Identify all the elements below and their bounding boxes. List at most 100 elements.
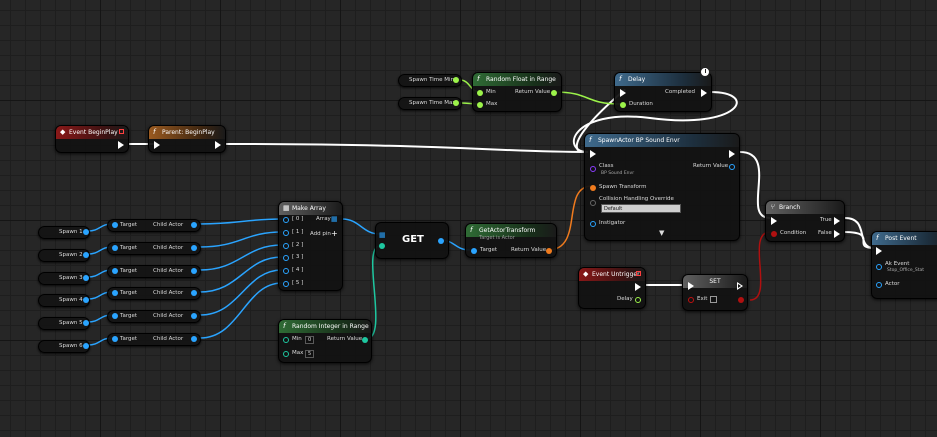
array-element-pin[interactable] <box>283 268 289 274</box>
object-output-pin[interactable] <box>83 252 89 258</box>
child-actor-node[interactable]: Target Child Actor <box>107 287 201 300</box>
exec-output-pin[interactable] <box>635 283 641 291</box>
collision-dropdown[interactable]: Default <box>601 204 681 213</box>
spawn-4-node[interactable]: Spawn 4 <box>38 294 90 307</box>
condition-pin[interactable] <box>771 231 777 237</box>
array-element-pin[interactable] <box>283 230 289 236</box>
true-exec-pin[interactable] <box>834 217 840 225</box>
ak-event-value[interactable]: Stop_Office_Stat <box>887 268 924 273</box>
spawn-3-node[interactable]: Spawn 3 <box>38 272 90 285</box>
spawn-transform-pin[interactable] <box>590 185 596 191</box>
event-begin-play-node[interactable]: ◆ Event BeginPlay <box>55 125 129 153</box>
max-pin[interactable] <box>477 102 483 108</box>
float-output-pin[interactable] <box>453 100 459 106</box>
child-actor-node[interactable]: Target Child Actor <box>107 333 201 346</box>
exec-input-pin[interactable] <box>620 89 626 97</box>
instigator-pin[interactable] <box>590 221 596 227</box>
branch-node[interactable]: ⑂ Branch Condition True False <box>765 200 845 242</box>
collision-pin[interactable] <box>590 200 596 206</box>
blueprint-graph[interactable]: Spawn Time Min Spawn Time Max f Random Fl… <box>0 0 937 437</box>
false-exec-pin[interactable] <box>834 230 840 238</box>
random-float-in-range-node[interactable]: f Random Float in Range Min Max Return Va… <box>472 72 562 112</box>
spawn-actor-node[interactable]: f SpawnActor BP Sound Envr Class BP Sound… <box>584 133 740 241</box>
class-value[interactable]: BP Sound Envr <box>601 171 634 176</box>
float-output-pin[interactable] <box>453 77 459 83</box>
array-element-pin[interactable] <box>283 243 289 249</box>
target-pin[interactable] <box>112 245 118 251</box>
make-array-node[interactable]: ▦ Make Array [ 0 ] [ 1 ] [ 2 ] [ 3 ] [ 4 … <box>278 201 343 291</box>
spawn-time-max-node[interactable]: Spawn Time Max <box>398 97 462 110</box>
min-pin[interactable] <box>283 337 289 343</box>
get-actor-transform-node[interactable]: f GetActorTransform Target is Actor Targe… <box>465 223 557 258</box>
exec-output-pin[interactable] <box>729 150 735 158</box>
delay-node[interactable]: f Delay Duration Completed <box>614 72 712 112</box>
array-element-pin[interactable] <box>283 281 289 287</box>
child-actor-pin[interactable] <box>191 268 197 274</box>
exit-checkbox[interactable] <box>710 296 717 303</box>
object-output-pin[interactable] <box>83 275 89 281</box>
exec-input-pin[interactable] <box>876 247 882 255</box>
target-pin[interactable] <box>471 248 477 254</box>
target-pin[interactable] <box>112 290 118 296</box>
parent-begin-play-node[interactable]: f Parent: BeginPlay <box>148 125 226 153</box>
min-pin[interactable] <box>477 90 483 96</box>
child-actor-pin[interactable] <box>191 290 197 296</box>
actor-pin[interactable] <box>876 282 882 288</box>
add-pin-label[interactable]: Add pin <box>310 231 331 237</box>
return-value-pin[interactable] <box>362 337 368 343</box>
index-pin[interactable] <box>379 243 385 249</box>
add-pin-icon[interactable]: + <box>331 229 338 238</box>
child-actor-pin[interactable] <box>191 313 197 319</box>
set-node[interactable]: SET Exit <box>682 274 748 311</box>
duration-pin[interactable] <box>620 102 626 108</box>
delay-pin[interactable] <box>635 297 641 303</box>
min-value-field[interactable]: 0 <box>305 336 314 344</box>
spawn-2-node[interactable]: Spawn 2 <box>38 249 90 262</box>
array-grid-icon[interactable]: ▦ <box>331 215 338 223</box>
child-actor-node[interactable]: Target Child Actor <box>107 310 201 323</box>
ak-event-pin[interactable] <box>876 264 882 270</box>
array-element-pin[interactable] <box>283 217 289 223</box>
target-pin[interactable] <box>112 336 118 342</box>
max-value-field[interactable]: 5 <box>305 350 314 358</box>
child-actor-pin[interactable] <box>191 245 197 251</box>
array-element-pin[interactable] <box>283 255 289 261</box>
post-event-node[interactable]: f Post Event Ak Event Stop_Office_Stat Ac… <box>871 231 937 299</box>
completed-exec-pin[interactable] <box>701 89 707 97</box>
child-actor-pin[interactable] <box>191 336 197 342</box>
exec-output-pin[interactable] <box>118 141 124 149</box>
child-actor-pin[interactable] <box>191 222 197 228</box>
exec-output-pin[interactable] <box>737 282 743 290</box>
get-output-pin[interactable] <box>438 238 444 244</box>
object-output-pin[interactable] <box>83 320 89 326</box>
spawn-5-node[interactable]: Spawn 5 <box>38 317 90 330</box>
object-output-pin[interactable] <box>83 343 89 349</box>
exec-input-pin[interactable] <box>590 150 596 158</box>
exec-input-pin[interactable] <box>771 217 777 225</box>
return-value-pin[interactable] <box>729 164 735 170</box>
object-output-pin[interactable] <box>83 297 89 303</box>
object-output-pin[interactable] <box>83 229 89 235</box>
target-pin[interactable] <box>112 268 118 274</box>
event-untrigger-node[interactable]: ◆ Event Untrigger Delay <box>578 267 646 309</box>
exit-output-pin[interactable] <box>738 297 744 303</box>
return-value-pin[interactable] <box>546 248 552 254</box>
target-pin[interactable] <box>112 313 118 319</box>
child-actor-node[interactable]: Target Child Actor <box>107 219 201 232</box>
exec-output-pin[interactable] <box>215 141 221 149</box>
child-actor-node[interactable]: Target Child Actor <box>107 265 201 278</box>
class-pin[interactable] <box>590 166 596 172</box>
spawn-1-node[interactable]: Spawn 1 <box>38 226 90 239</box>
chevron-down-icon[interactable]: ▼ <box>659 229 664 237</box>
target-pin[interactable] <box>112 222 118 228</box>
exit-pin[interactable] <box>688 297 694 303</box>
exec-input-pin[interactable] <box>688 282 694 290</box>
get-array-node[interactable]: ▦ GET <box>375 222 449 259</box>
random-integer-in-range-node[interactable]: f Random Integer in Range Min 0 Max 5 Ret… <box>278 319 372 363</box>
exec-input-pin[interactable] <box>154 141 160 149</box>
spawn-6-node[interactable]: Spawn 6 <box>38 340 90 353</box>
max-pin[interactable] <box>283 351 289 357</box>
return-value-pin[interactable] <box>551 90 557 96</box>
child-actor-node[interactable]: Target Child Actor <box>107 242 201 255</box>
spawn-time-min-node[interactable]: Spawn Time Min <box>398 74 462 87</box>
